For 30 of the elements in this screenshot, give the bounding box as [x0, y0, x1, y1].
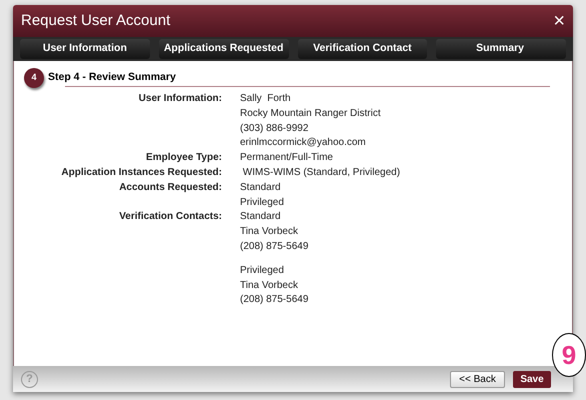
step-tab[interactable]: Summary — [436, 39, 566, 59]
step-tab[interactable]: User Information — [20, 39, 150, 59]
field-value: (208) 875-5649 — [240, 293, 308, 308]
step-title: Step 4 - Review Summary — [48, 70, 176, 86]
field-label: User Information: — [138, 92, 222, 106]
field-value: (303) 886-9992 — [240, 122, 310, 136]
field-value: erinlmccormick@yahoo.com — [240, 136, 367, 150]
field-value: Standard — [240, 210, 282, 224]
field-label: Employee Type: — [145, 151, 222, 166]
field-value: Sally Forth — [240, 92, 292, 106]
field-value: Permanent/Full-Time — [240, 151, 333, 166]
field-label: Accounts Requested: — [118, 180, 222, 195]
field-value: Standard — [240, 180, 282, 195]
field-label: Application Instances Requested: — [60, 166, 222, 180]
save-button[interactable]: Save — [513, 370, 551, 388]
back-button[interactable]: << Back — [450, 370, 505, 388]
field-value: Privileged — [240, 196, 284, 210]
field-label: Verification Contacts: — [118, 210, 222, 224]
field-value: Privileged — [240, 264, 285, 278]
field-value: WIMS-WIMS (Standard, Privileged) — [242, 166, 400, 180]
callout-number: 9 — [552, 333, 586, 377]
window-title: Request User Account — [21, 10, 170, 31]
field-value: Tina Vorbeck — [240, 278, 299, 293]
step-tab[interactable]: Verification Contact — [298, 39, 428, 59]
field-value: Tina Vorbeck — [240, 225, 299, 240]
field-value: (208) 875-5649 — [240, 240, 308, 254]
step-number-badge: 4 — [24, 68, 44, 88]
field-value: Rocky Mountain Ranger District — [240, 106, 381, 121]
close-button[interactable]: × — [553, 11, 565, 31]
step-tab[interactable]: Applications Requested — [158, 39, 288, 59]
